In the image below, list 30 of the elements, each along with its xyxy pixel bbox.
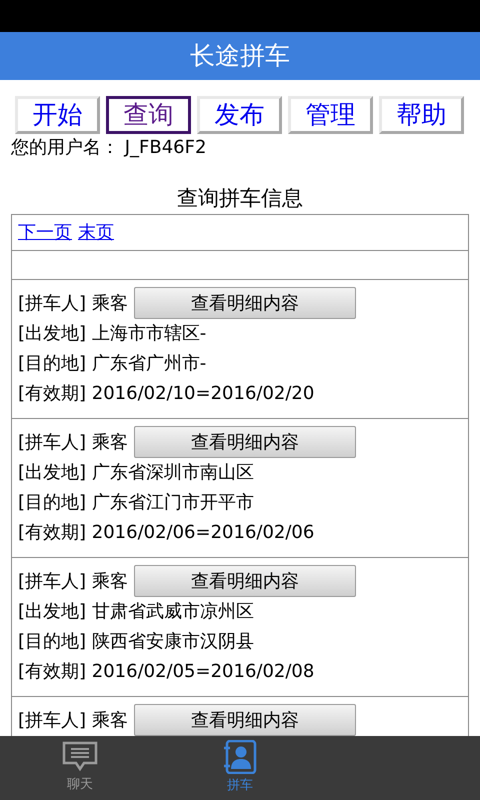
role-text: [拼车人] 乘客 bbox=[18, 430, 128, 454]
section-title: 查询拼车信息 bbox=[176, 185, 304, 212]
tab[interactable]: 帮助 bbox=[379, 96, 464, 134]
listing-line: [有效期] 2016/02/05=2016/02/08 bbox=[18, 660, 316, 684]
details-button[interactable]: 查看明细内容 bbox=[134, 565, 356, 597]
tab[interactable]: 查询 bbox=[106, 96, 191, 134]
tab[interactable]: 开始 bbox=[15, 96, 100, 134]
details-button[interactable]: 查看明细内容 bbox=[134, 704, 356, 736]
listing-line: [出发地] 上海市市辖区- bbox=[18, 322, 208, 346]
role-text: [拼车人] 乘客 bbox=[18, 292, 128, 316]
listing-line: [目的地] 广东省广州市- bbox=[18, 352, 208, 376]
header-title: 长途拼车 bbox=[190, 40, 290, 72]
listing-line: [目的地] 陕西省安康市汉阴县 bbox=[18, 630, 255, 654]
username-text: 您的用户名： J_FB46F2 bbox=[11, 136, 208, 160]
listing-line: [有效期] 2016/02/06=2016/02/06 bbox=[18, 521, 316, 545]
pager-link[interactable]: 末页 bbox=[78, 219, 114, 246]
tab[interactable]: 管理 bbox=[288, 96, 373, 134]
listing-line: [有效期] 2016/02/10=2016/02/20 bbox=[18, 382, 316, 406]
pager-link[interactable]: 下一页 bbox=[18, 219, 72, 246]
chat-icon bbox=[62, 741, 98, 774]
listing-line: [出发地] 广东省深圳市南山区 bbox=[18, 461, 255, 485]
contact-book-icon bbox=[223, 740, 257, 774]
role-text: [拼车人] 乘客 bbox=[18, 570, 128, 594]
details-button[interactable]: 查看明细内容 bbox=[134, 426, 356, 458]
listing-line: [目的地] 广东省江门市开平市 bbox=[18, 491, 255, 515]
tab[interactable]: 发布 bbox=[197, 96, 282, 134]
nav-tab[interactable]: 聊天 bbox=[0, 736, 160, 800]
role-text: [拼车人] 乘客 bbox=[18, 708, 128, 732]
details-button[interactable]: 查看明细内容 bbox=[134, 287, 356, 319]
listing-line: [出发地] 甘肃省武威市凉州区 bbox=[18, 600, 255, 624]
